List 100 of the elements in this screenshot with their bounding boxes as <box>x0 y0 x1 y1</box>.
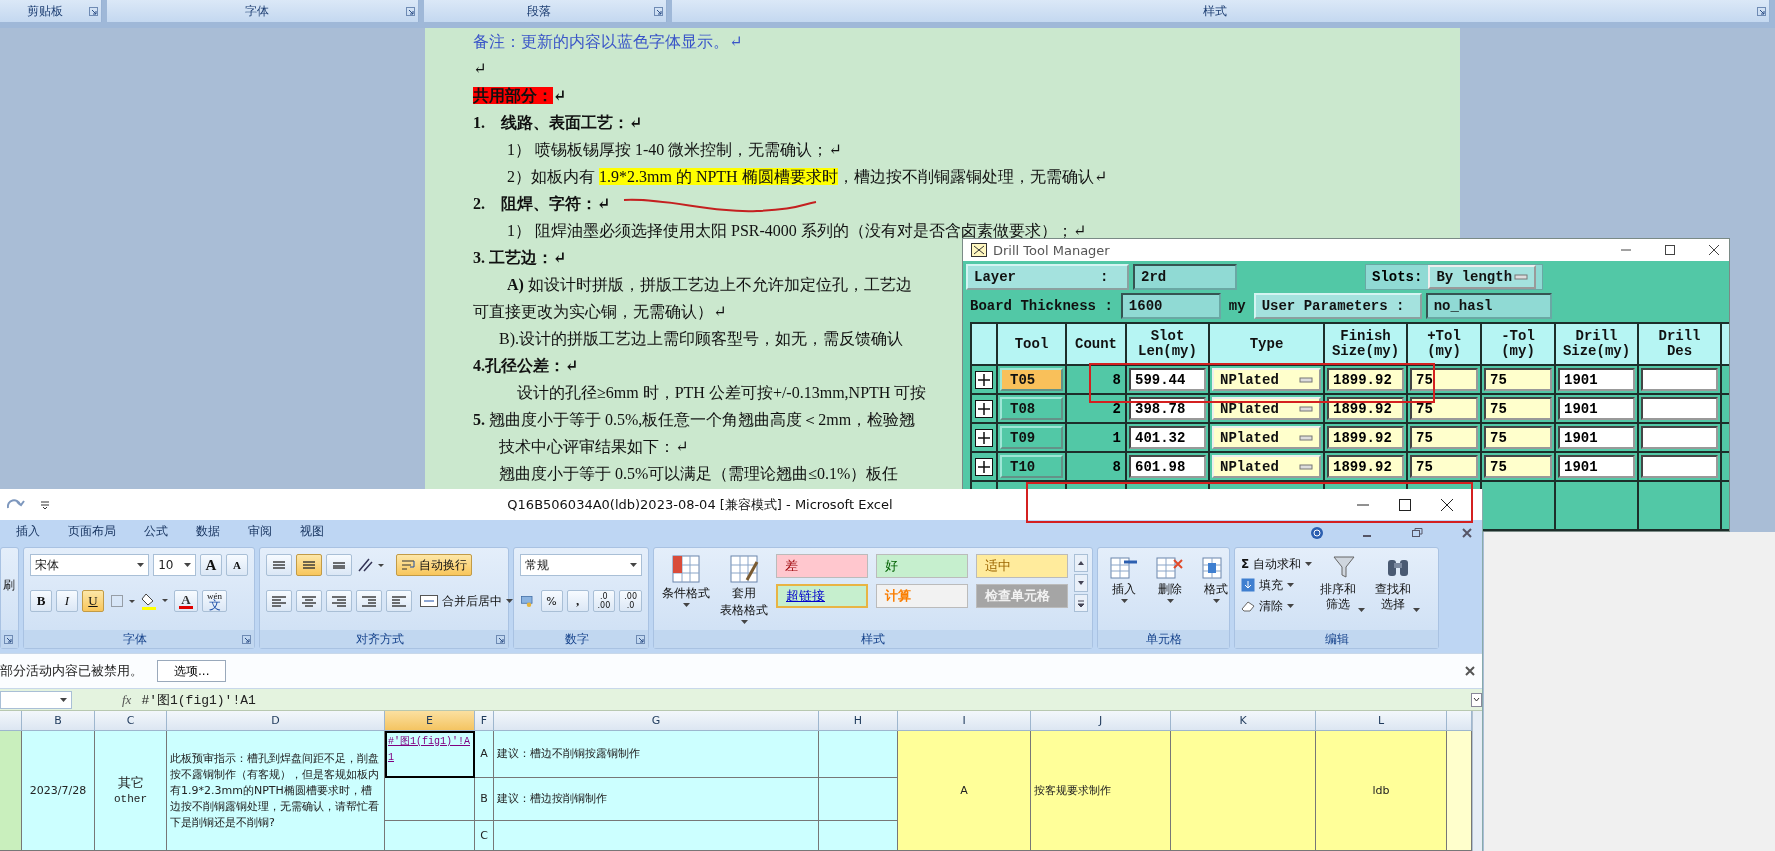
layer-field[interactable]: 2rd <box>1133 264 1237 290</box>
slots-dropdown[interactable]: By length <box>1428 265 1536 289</box>
paragraph: B).设计的拼版工艺边上需印顾客型号，如无，需反馈确认 <box>498 329 903 350</box>
slots-label: Slots: <box>1372 269 1423 285</box>
font-size-field[interactable]: 10 <box>153 554 196 576</box>
column-header[interactable]: B <box>22 711 95 731</box>
column-header[interactable]: F <box>475 711 494 731</box>
slot-length-field[interactable]: 398.78 <box>1129 397 1206 420</box>
drill-size-field[interactable]: 1901 <box>1558 368 1635 391</box>
slot-length-field[interactable]: 401.32 <box>1129 426 1206 449</box>
font-color-button[interactable]: A <box>174 590 198 612</box>
paragraph: 翘曲度小于等于 0.5%可以满足（需理论翘曲≤0.1%）板任 <box>498 464 899 484</box>
column-header[interactable]: L <box>1316 711 1447 731</box>
tool-button[interactable]: T09 <box>1000 426 1063 449</box>
paragraph: 1） 阻焊油墨必须选择使用太阳 PSR-4000 系列的（没有对是否含卤素做要求）；↵ <box>506 221 1087 241</box>
comma-button[interactable]: , <box>566 590 589 612</box>
sort-filter-button[interactable]: 排序和 筛选 <box>1318 554 1368 612</box>
ribbon-tab[interactable]: 视图 <box>300 521 324 544</box>
table-cell: A <box>475 731 494 778</box>
minus-tolerance-field[interactable]: 75 <box>1484 426 1552 449</box>
delete-cells-button[interactable]: 删除 <box>1150 554 1190 603</box>
cell-style[interactable]: 适中 <box>976 554 1068 578</box>
clear-button[interactable]: 清除 <box>1241 596 1313 616</box>
plus-tolerance-field[interactable]: 75 <box>1410 397 1478 420</box>
column-header[interactable]: K <box>1171 711 1316 731</box>
ribbon-tab[interactable]: 审阅 <box>248 521 272 544</box>
type-dropdown[interactable]: NPlated <box>1212 368 1321 391</box>
insert-cells-button[interactable]: 插入 <box>1104 554 1144 603</box>
finish-size-field[interactable]: 1899.92 <box>1327 426 1404 449</box>
ribbon-tab[interactable]: 插入 <box>16 521 40 544</box>
cell-style[interactable]: 好 <box>876 554 968 578</box>
ribbon-tab[interactable]: 公式 <box>144 521 168 544</box>
thickness-field[interactable]: 1600 <box>1120 293 1221 319</box>
drill-size-field[interactable]: 1901 <box>1558 426 1635 449</box>
paragraph: 设计的孔径≥6mm 时，PTH 公差可按+/-0.13mm,NPTH 可按 <box>516 383 927 403</box>
ribbon-tab[interactable]: 数据 <box>196 521 220 544</box>
format-painter-button[interactable]: 刷 <box>1 578 17 593</box>
function-label[interactable]: fx <box>122 691 132 708</box>
tool-button[interactable]: T10 <box>1000 455 1063 478</box>
options-button[interactable]: 选项... <box>157 660 227 682</box>
group-label: 数字 <box>563 630 590 648</box>
plus-tolerance-field[interactable]: 75 <box>1410 455 1478 478</box>
formula-field[interactable]: #'图1(fig1)'!A1 <box>141 690 1461 709</box>
autosum-button[interactable]: Σ 自动求和 <box>1241 554 1313 574</box>
column-header[interactable]: H <box>819 711 898 731</box>
tool-button[interactable]: T05 <box>1000 368 1063 391</box>
finish-size-field[interactable]: 1899.92 <box>1327 397 1404 420</box>
cell-style[interactable]: 超链接 <box>776 584 868 608</box>
italic-button[interactable]: I <box>56 590 78 612</box>
bold-button[interactable]: B <box>30 590 52 612</box>
column-header[interactable]: D <box>167 711 385 731</box>
layer-button[interactable]: Layer : <box>966 264 1129 290</box>
wrap-text-button[interactable]: 自动换行 <box>396 554 472 576</box>
drill-size-field[interactable]: 1901 <box>1558 397 1635 420</box>
type-dropdown[interactable]: NPlated <box>1212 426 1321 449</box>
underline-button[interactable]: U <box>82 590 104 612</box>
font-name-field[interactable]: 宋体 <box>30 554 150 576</box>
tool-button[interactable]: T08 <box>1000 397 1063 420</box>
conditional-format-button[interactable]: 条件格式 <box>660 554 712 607</box>
shrink-font-button[interactable]: A <box>226 554 248 576</box>
ribbon-tab[interactable]: 页面布局 <box>68 521 116 544</box>
column-header: Finish Size(my) <box>1325 324 1408 366</box>
column-header[interactable]: E <box>385 711 475 731</box>
grow-font-button[interactable]: A <box>200 554 222 576</box>
type-dropdown[interactable]: NPlated <box>1212 397 1321 420</box>
slot-length-field[interactable]: 601.98 <box>1129 455 1206 478</box>
increase-decimal-button[interactable]: .0 .00 <box>592 590 616 612</box>
cell-style[interactable]: 差 <box>776 554 868 578</box>
find-select-button[interactable]: 查找和 选择 <box>1373 554 1423 612</box>
column-header[interactable]: J <box>1031 711 1171 731</box>
minus-tolerance-field[interactable]: 75 <box>1484 455 1552 478</box>
column-header[interactable]: G <box>494 711 819 731</box>
paragraph: 3. 工艺边：↵ <box>473 248 567 268</box>
column-header: Drill Size(my) <box>1556 324 1639 366</box>
hyperlink[interactable]: #'图1(fig1)'!A1 <box>388 734 471 766</box>
minus-tolerance-field[interactable]: 75 <box>1484 397 1552 420</box>
merge-center-button[interactable]: 合并后居中 <box>420 591 513 611</box>
user-parameters-field[interactable]: no_hasl <box>1425 293 1552 319</box>
number-format-field[interactable]: 常规 <box>520 554 642 576</box>
table-cell: 按客规要求制作 <box>1031 731 1171 851</box>
plus-tolerance-field[interactable]: 75 <box>1410 368 1478 391</box>
slot-length-field[interactable]: 599.44 <box>1129 368 1206 391</box>
type-dropdown[interactable]: NPlated <box>1212 455 1321 478</box>
table-cell: 此板预审指示：槽孔到焊盘间距不足，削盘按不露铜制作（有客规），但是客规如板内有1.9*2.3mm的NPTH椭圆槽要求时，槽边按不削铜露铜处理，无需确认，请帮忙看下是削铜还是不削铜? <box>167 731 385 851</box>
decrease-decimal-button[interactable]: .00 .0 <box>619 590 642 612</box>
column-header[interactable]: I <box>898 711 1031 731</box>
finish-size-field[interactable]: 1899.92 <box>1327 368 1404 391</box>
plus-tolerance-field[interactable]: 75 <box>1410 426 1478 449</box>
percent-button[interactable]: % <box>540 590 563 612</box>
format-as-table-button[interactable]: 套用 表格格式 <box>718 554 770 624</box>
phonetic-button[interactable]: wén 文 <box>202 590 227 612</box>
selected-cell[interactable]: #'图1(fig1)'!A1 <box>385 731 475 778</box>
finish-size-field[interactable]: 1899.92 <box>1327 455 1404 478</box>
user-parameters-button[interactable]: User Parameters : <box>1253 293 1422 319</box>
group-label: 段落 <box>526 2 552 20</box>
minus-tolerance-field[interactable]: 75 <box>1484 368 1552 391</box>
paragraph: ↵ <box>473 59 487 79</box>
column-header[interactable]: C <box>95 711 167 731</box>
drill-size-field[interactable]: 1901 <box>1558 455 1635 478</box>
fill-button[interactable]: 填充 <box>1241 575 1313 595</box>
